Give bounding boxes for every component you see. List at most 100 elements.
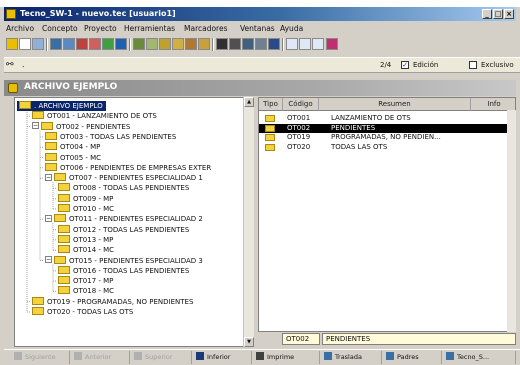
collapse-toggle-icon[interactable]: − (45, 173, 52, 181)
tree-item[interactable]: OT006 - PENDIENTES DE EMPRESAS EXTER (43, 162, 214, 173)
doc-icon[interactable] (159, 38, 171, 50)
check-icon[interactable] (102, 38, 114, 50)
summary-field[interactable]: PENDIENTES (322, 333, 516, 345)
print-icon[interactable] (216, 38, 228, 50)
redo-icon[interactable] (89, 38, 101, 50)
cut-icon[interactable] (50, 38, 62, 50)
menu-archivo[interactable]: Archivo (6, 24, 34, 33)
filter-icon[interactable] (115, 38, 127, 50)
collapse-toggle-icon[interactable]: − (45, 256, 52, 263)
print-button[interactable]: Imprime (254, 351, 320, 364)
folder-icon (58, 204, 70, 212)
column-tipo[interactable]: Tipo (259, 98, 283, 111)
tree-item-label: OT013 - MP (73, 235, 114, 244)
folder-icon (41, 121, 53, 130)
tree-item[interactable]: OT018 - MC (56, 286, 117, 296)
folder-icon (58, 234, 70, 243)
preview-icon[interactable] (229, 38, 241, 50)
column-resumen[interactable]: Resumen (319, 98, 471, 111)
binoculars-icon[interactable]: ⚯ (6, 60, 14, 70)
tree-item[interactable]: OT005 - MC (43, 152, 104, 163)
collapse-toggle-icon[interactable]: − (45, 214, 52, 222)
row-code: OT019 (287, 133, 311, 141)
list-row[interactable]: OT020 TODAS LAS OTS (259, 143, 515, 152)
menu-marcadores[interactable]: Marcadores (184, 24, 228, 33)
close-button[interactable]: × (504, 9, 514, 19)
list-header: Tipo Código Resumen Info (259, 98, 515, 111)
tree-item[interactable]: OT010 - MC (56, 204, 117, 214)
paste-icon[interactable] (63, 38, 75, 50)
undo-icon[interactable] (76, 38, 88, 50)
menu-herramientas[interactable]: Herramientas (124, 24, 175, 33)
tree-item[interactable]: OT001 - LANZAMIENTO DE OTS (30, 111, 160, 121)
sheet-icon[interactable] (172, 38, 184, 50)
help-icon[interactable] (326, 38, 338, 50)
column-codigo[interactable]: Código (283, 98, 319, 111)
row-summary: PENDIENTES (331, 123, 376, 132)
scroll-up-button[interactable]: ▲ (244, 97, 254, 107)
window-cascade-icon[interactable] (299, 38, 311, 50)
tree-item[interactable]: − OT007 - PENDIENTES ESPECIALIDAD 1 (43, 173, 206, 183)
project-header: ARCHIVO EJEMPLO (4, 80, 516, 96)
toolbar-separator (282, 38, 284, 51)
up-button[interactable]: Superior (132, 351, 192, 364)
window-tile-icon[interactable] (286, 38, 298, 50)
tree-item[interactable]: OT014 - MC (56, 245, 117, 255)
tree-item[interactable]: . ARCHIVO EJEMPLO (17, 101, 106, 111)
open-icon[interactable] (6, 38, 18, 50)
maximize-button[interactable]: □ (493, 9, 503, 19)
tree-item[interactable]: − OT015 - PENDIENTES ESPECIALIDAD 3 (43, 255, 206, 266)
minimize-button[interactable]: _ (482, 9, 492, 19)
tree-item[interactable]: − OT002 - PENDIENTES (30, 121, 133, 132)
tecno-button[interactable]: Tecno_S... (444, 351, 516, 364)
button-label: Tecno_S... (457, 353, 490, 361)
tree-item[interactable]: OT020 - TODAS LAS OTS (30, 307, 136, 317)
tree-scrollbar[interactable]: ▲ ▼ (243, 97, 254, 347)
menu-proyecto[interactable]: Proyecto (84, 24, 117, 33)
exclusive-checkbox[interactable] (469, 61, 477, 69)
button-label: Inferior (207, 353, 231, 361)
tree-item[interactable]: − OT011 - PENDIENTES ESPECIALIDAD 2 (43, 214, 206, 224)
chart-icon[interactable] (198, 38, 210, 50)
down-button[interactable]: Inferior (194, 351, 252, 364)
collapse-toggle-icon[interactable]: − (32, 122, 39, 130)
list-row[interactable]: OT001 LANZAMIENTO DE OTS (259, 114, 515, 123)
edit-checkbox[interactable]: ✓ (401, 61, 409, 69)
tag-icon[interactable] (268, 38, 280, 50)
parents-button[interactable]: Padres (384, 351, 442, 364)
list-row[interactable]: OT002 PENDIENTES (259, 123, 515, 133)
copy-icon[interactable] (32, 38, 44, 50)
button-label: Imprime (267, 353, 295, 361)
top-fringe (0, 0, 520, 7)
tree-item[interactable]: OT012 - TODAS LAS PENDIENTES (56, 224, 192, 235)
list-row[interactable]: OT019 PROGRAMADAS, NO PENDIEN... (259, 133, 515, 142)
move-button[interactable]: Traslada (322, 351, 382, 364)
export-icon[interactable] (255, 38, 267, 50)
tree-item[interactable]: OT017 - MP (56, 276, 116, 286)
code-field[interactable]: OT002 (282, 333, 320, 345)
list-icon[interactable] (146, 38, 158, 50)
menu-ayuda[interactable]: Ayuda (280, 24, 303, 33)
menu-ventanas[interactable]: Ventanas (240, 24, 275, 33)
title-bar[interactable]: Tecno_SW-1 - nuevo.tec [usuario1] _ □ × (4, 7, 516, 21)
tree-item[interactable]: OT009 - MP (56, 193, 116, 204)
tree-icon[interactable] (133, 38, 145, 50)
tree-item[interactable]: OT003 - TODAS LAS PENDIENTES (43, 131, 179, 142)
new-icon[interactable] (19, 38, 31, 50)
tree-item[interactable]: OT013 - MP (56, 234, 116, 245)
list-scrollbar[interactable] (507, 110, 516, 332)
window-grid-icon[interactable] (312, 38, 324, 50)
scroll-down-button[interactable]: ▼ (244, 337, 254, 347)
tree-item[interactable]: OT019 - PROGRAMADAS, NO PENDIENTES (30, 296, 196, 307)
parents-icon (386, 352, 394, 360)
tree-item[interactable]: OT016 - TODAS LAS PENDIENTES (56, 265, 192, 276)
next-button[interactable]: Siguiente (12, 351, 70, 364)
report-icon[interactable] (185, 38, 197, 50)
previous-button[interactable]: Anterior (72, 351, 130, 364)
tree-item[interactable]: OT008 - TODAS LAS PENDIENTES (56, 183, 192, 193)
menu-concepto[interactable]: Concepto (42, 24, 78, 33)
tree-item[interactable]: OT004 - MP (43, 142, 103, 152)
database-icon[interactable] (242, 38, 254, 50)
tree-item-label: OT010 - MC (73, 205, 115, 213)
toolbar (4, 37, 516, 53)
